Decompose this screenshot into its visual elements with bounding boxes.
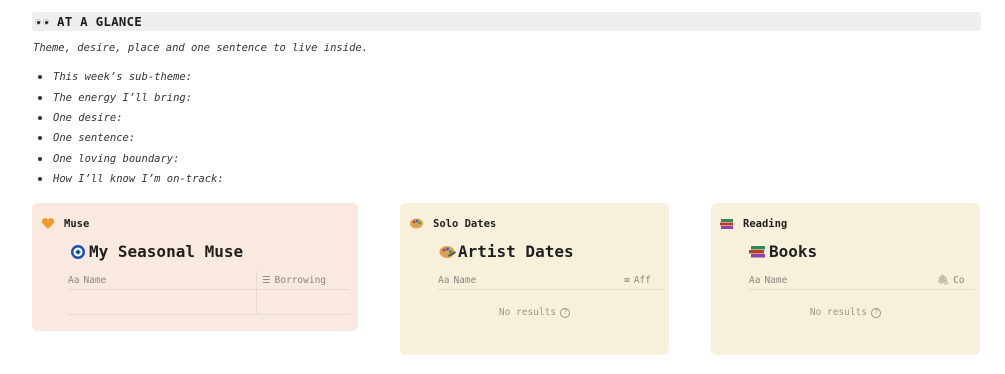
help-icon[interactable]: ? — [871, 307, 882, 318]
empty-state: No results ? — [400, 307, 669, 318]
aff-column-header[interactable]: ≡ Aff — [624, 271, 651, 289]
empty-state: No results ? — [711, 307, 980, 318]
prompt-item[interactable]: One loving boundary: — [33, 149, 224, 169]
prompt-item[interactable]: This week’s sub-theme: — [33, 67, 224, 87]
eyes-icon — [35, 18, 49, 25]
prompt-item[interactable]: How I’ll know I’m on-track: — [33, 169, 224, 189]
solo-dates-callout: Solo Dates Artist Dates Aa Name ≡ Aff No… — [400, 203, 669, 355]
name-column-header[interactable]: Aa Name — [68, 271, 256, 289]
artist-dates-database-title[interactable]: Artist Dates — [438, 242, 574, 261]
section-heading-text: AT A GLANCE — [57, 14, 142, 29]
prompt-item[interactable]: One desire: — [33, 108, 224, 128]
section-subtitle: Theme, desire, place and one sentence to… — [33, 42, 369, 54]
orange-heart-icon — [41, 217, 55, 230]
list-prop-icon: ☰ — [262, 274, 271, 286]
muse-database-title[interactable]: My Seasonal Muse — [69, 242, 243, 261]
borrowing-column-header[interactable]: ☰ Borrowing — [256, 271, 326, 289]
nazar-amulet-icon — [69, 243, 87, 261]
paint-palette-icon — [438, 244, 456, 260]
cover-column-header[interactable]: 🖇 Co — [937, 271, 965, 289]
text-prop-icon: Aa — [68, 274, 80, 286]
paperclip-icon: 🖇 — [937, 274, 950, 286]
books-database-title[interactable]: Books — [749, 242, 817, 261]
muse-label: Muse — [64, 217, 90, 230]
solo-dates-label: Solo Dates — [433, 217, 497, 230]
name-column-header[interactable]: Aa Name — [749, 271, 937, 289]
help-icon[interactable]: ? — [560, 307, 571, 318]
books-column-header: Aa Name 🖇 Co — [749, 271, 975, 290]
books-icon — [720, 217, 734, 230]
artist-dates-column-header: Aa Name ≡ Aff — [438, 271, 664, 290]
name-column-header[interactable]: Aa Name — [438, 271, 624, 289]
muse-column-header: Aa Name ☰ Borrowing — [68, 271, 350, 290]
paint-palette-icon — [409, 217, 424, 230]
muse-callout: Muse My Seasonal Muse Aa Name ☰ Borrowin… — [32, 203, 358, 331]
reading-callout: Reading Books Aa Name 🖇 Co No results ? — [711, 203, 980, 355]
section-heading: AT A GLANCE — [32, 12, 981, 31]
books-icon — [749, 244, 767, 260]
text-prop-icon: Aa — [749, 274, 761, 286]
reading-label: Reading — [743, 217, 788, 230]
list-prop-icon: ≡ — [624, 274, 630, 286]
text-prop-icon: Aa — [438, 274, 450, 286]
prompt-list: This week’s sub-theme: The energy I’ll b… — [33, 67, 224, 189]
prompt-item[interactable]: The energy I’ll bring: — [33, 87, 224, 107]
table-row[interactable] — [68, 290, 350, 315]
prompt-item[interactable]: One sentence: — [33, 128, 224, 148]
